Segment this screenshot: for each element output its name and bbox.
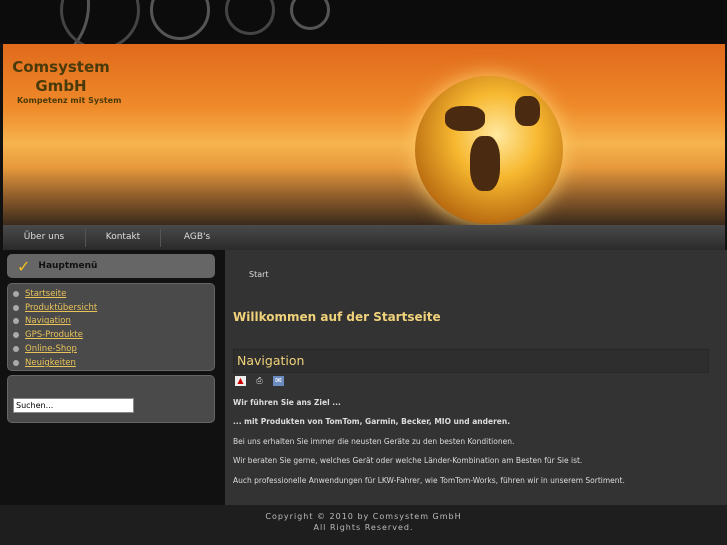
site-logo[interactable]: Comsystem GmbH	[11, 58, 111, 96]
top-nav: Über uns Kontakt AGB's	[3, 225, 725, 250]
main-menu-title: Hauptmenü	[38, 261, 98, 271]
menu-label: Produktübersicht	[25, 302, 98, 313]
menu-label: Neuigkeiten	[25, 357, 76, 368]
top-decoration	[0, 0, 727, 44]
menu-item-gps-produkte[interactable]: GPS-Produkte	[13, 328, 214, 342]
main-content: Start Willkommen auf der Startseite Navi…	[225, 250, 727, 505]
sidebar: ✓ Hauptmenü Startseite Produktübersicht …	[7, 254, 215, 423]
footer: Copyright © 2010 by Comsystem GmbH All R…	[0, 505, 727, 545]
menu-item-produktuebersicht[interactable]: Produktübersicht	[13, 301, 214, 315]
menu-item-online-shop[interactable]: Online-Shop	[13, 342, 214, 356]
main-menu: Startseite Produktübersicht Navigation G…	[7, 283, 215, 371]
email-icon[interactable]: ✉	[273, 376, 284, 386]
article-paragraph: ... mit Produkten von TomTom, Garmin, Be…	[233, 417, 511, 426]
page-title: Willkommen auf der Startseite	[233, 310, 441, 324]
globe-image	[415, 76, 563, 224]
nav-agb[interactable]: AGB's	[161, 229, 233, 247]
print-icon[interactable]: ⎙	[254, 376, 265, 386]
article-paragraph: Wir führen Sie ans Ziel ...	[233, 398, 341, 407]
search-box	[7, 375, 215, 423]
menu-item-startseite[interactable]: Startseite	[13, 287, 214, 301]
pdf-icon[interactable]: ▲	[235, 376, 246, 386]
bullet-icon	[13, 359, 19, 366]
bullet-icon	[13, 290, 19, 297]
article-paragraph: Auch professionelle Anwendungen für LKW-…	[233, 476, 625, 485]
bullet-icon	[13, 318, 19, 325]
bullet-icon	[13, 346, 19, 353]
checkmark-icon: ✓	[17, 256, 31, 276]
nav-kontakt[interactable]: Kontakt	[86, 229, 161, 247]
menu-label: Startseite	[25, 288, 67, 299]
menu-item-neuigkeiten[interactable]: Neuigkeiten	[13, 356, 214, 370]
bullet-icon	[13, 332, 19, 339]
rights-text: All Rights Reserved.	[313, 523, 414, 532]
nav-ueber-uns[interactable]: Über uns	[3, 229, 86, 247]
site-tagline: Kompetenz mit System	[17, 96, 122, 105]
article-title: Navigation	[233, 349, 709, 373]
menu-item-navigation[interactable]: Navigation	[13, 315, 214, 329]
main-menu-header: ✓ Hauptmenü	[7, 254, 215, 278]
menu-label: Navigation	[25, 316, 71, 327]
breadcrumb: Start	[249, 270, 269, 279]
bullet-icon	[13, 304, 19, 311]
header-banner: Comsystem GmbH Kompetenz mit System	[3, 44, 725, 225]
copyright-text: Copyright © 2010 by Comsystem GmbH	[265, 512, 462, 521]
menu-label: Online-Shop	[25, 344, 77, 355]
search-input[interactable]	[13, 398, 134, 413]
article-paragraph: Bei uns erhalten Sie immer die neusten G…	[233, 437, 515, 446]
article-paragraph: Wir beraten Sie gerne, welches Gerät ode…	[233, 456, 583, 465]
menu-label: GPS-Produkte	[25, 330, 83, 341]
